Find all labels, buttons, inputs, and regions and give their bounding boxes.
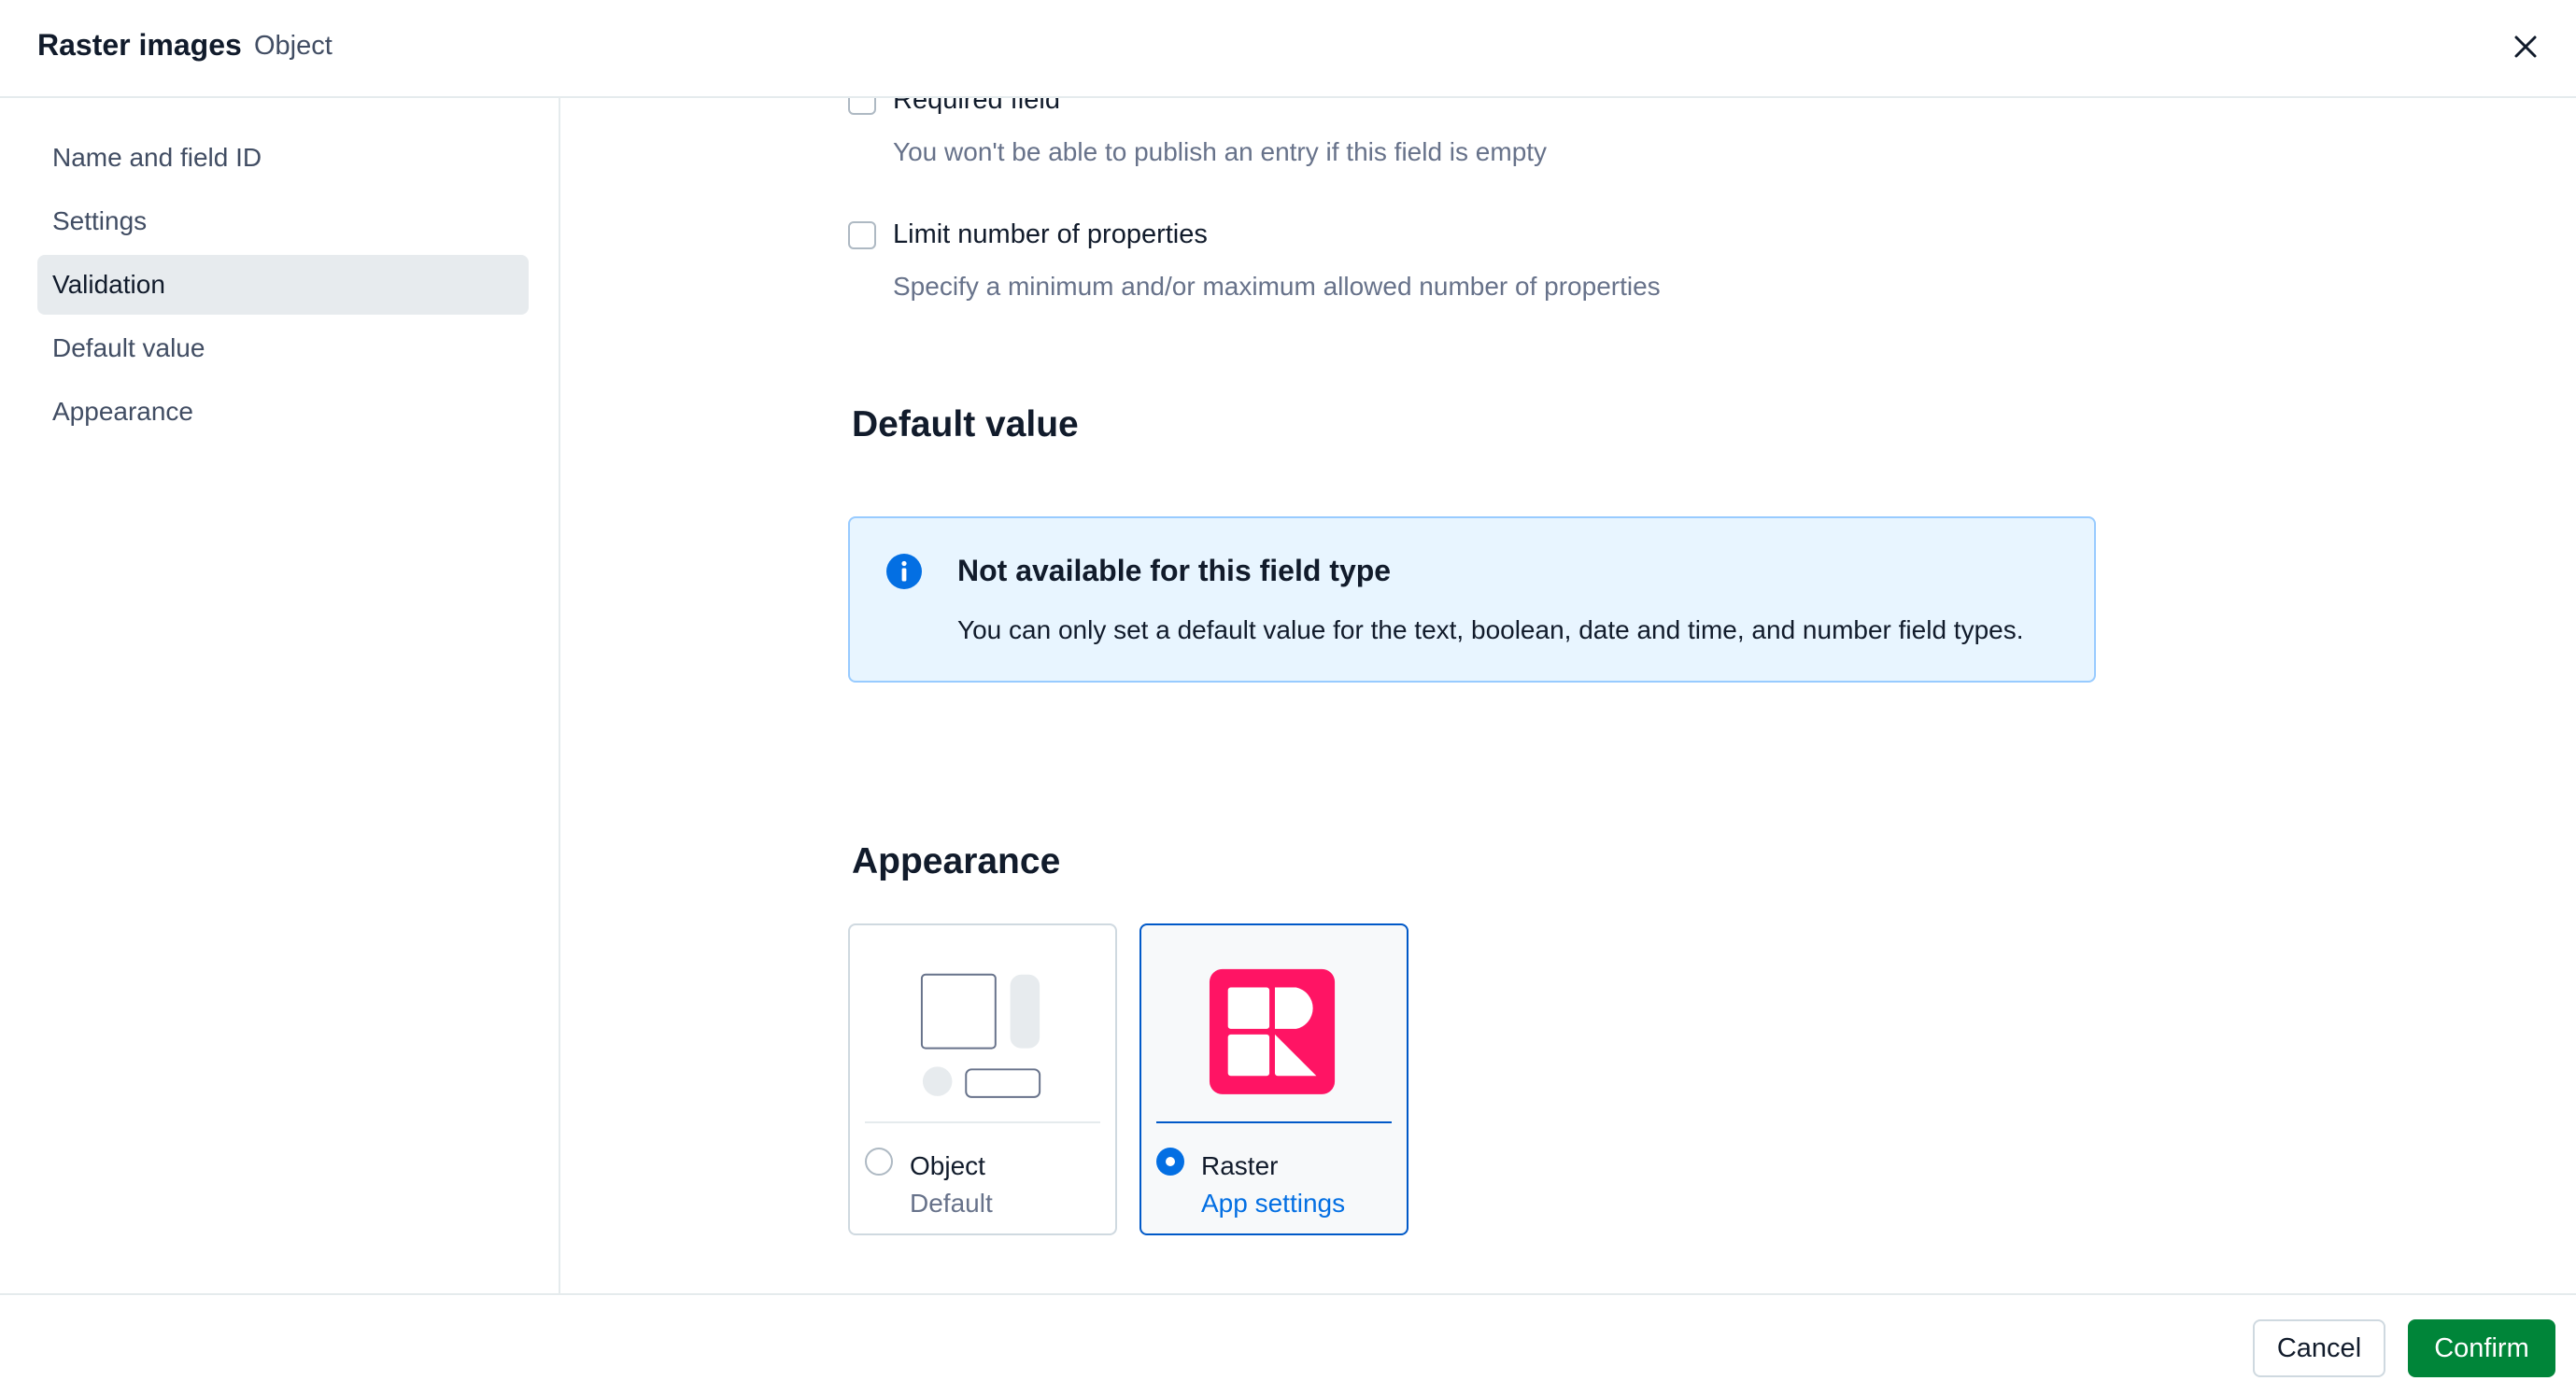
note-title: Not available for this field type (957, 554, 1392, 587)
limit-properties-label: Limit number of properties (893, 219, 1208, 249)
default-value-heading: Default value (852, 404, 1079, 444)
appearance-option-object[interactable]: Object Default (848, 923, 1117, 1235)
limit-properties-help: Specify a minimum and/or maximum allowed… (893, 272, 1661, 301)
limit-properties-checkbox[interactable] (848, 221, 876, 249)
object-option-name: Object (910, 1151, 985, 1180)
settings-content: Required field You won't be able to publ… (562, 98, 2576, 1293)
raster-option-name: Raster (1201, 1151, 1279, 1180)
field-settings-modal: Raster images Object Name and field ID S… (0, 0, 2576, 1395)
sidebar-item-label: Validation (52, 270, 165, 299)
sidebar-item-validation[interactable]: Validation (37, 255, 529, 315)
required-field-label: Required field (893, 98, 1060, 115)
field-type-label: Object (254, 31, 333, 61)
settings-sidebar: Name and field ID Settings Validation De… (0, 98, 560, 1293)
info-icon (886, 554, 922, 589)
modal-footer: Cancel Confirm (0, 1293, 2576, 1395)
sidebar-item-label: Default value (52, 333, 205, 362)
object-option-default: Default (910, 1189, 993, 1218)
modal-title: Raster images (37, 28, 242, 62)
appearance-option-raster[interactable]: Raster App settings (1139, 923, 1408, 1235)
close-icon (2514, 35, 2537, 58)
sidebar-item-appearance[interactable]: Appearance (37, 382, 529, 442)
close-button[interactable] (2501, 22, 2550, 71)
required-field-checkbox[interactable] (848, 98, 876, 115)
required-field-help: You won't be able to publish an entry if… (893, 137, 1548, 166)
card-divider (1156, 1121, 1392, 1123)
object-radio[interactable] (865, 1148, 893, 1176)
confirm-button[interactable]: Confirm (2408, 1319, 2555, 1377)
card-divider (865, 1121, 1100, 1123)
sidebar-item-label: Name and field ID (52, 143, 262, 172)
appearance-heading: Appearance (852, 841, 1061, 881)
raster-logo-icon (1209, 968, 1336, 1094)
object-widget-icon (920, 973, 1041, 1098)
sidebar-item-label: Settings (52, 206, 148, 235)
cancel-button[interactable]: Cancel (2253, 1319, 2385, 1377)
sidebar-item-default-value[interactable]: Default value (37, 318, 529, 378)
note-text: You can only set a default value for the… (957, 615, 2024, 644)
app-settings-link[interactable]: App settings (1201, 1189, 1345, 1219)
info-note: Not available for this field type You ca… (848, 516, 2096, 683)
sidebar-item-label: Appearance (52, 397, 194, 426)
raster-radio[interactable] (1156, 1148, 1184, 1176)
modal-header: Raster images Object (0, 0, 2576, 98)
sidebar-item-name-and-field-id[interactable]: Name and field ID (37, 128, 529, 188)
sidebar-item-settings[interactable]: Settings (37, 191, 529, 251)
